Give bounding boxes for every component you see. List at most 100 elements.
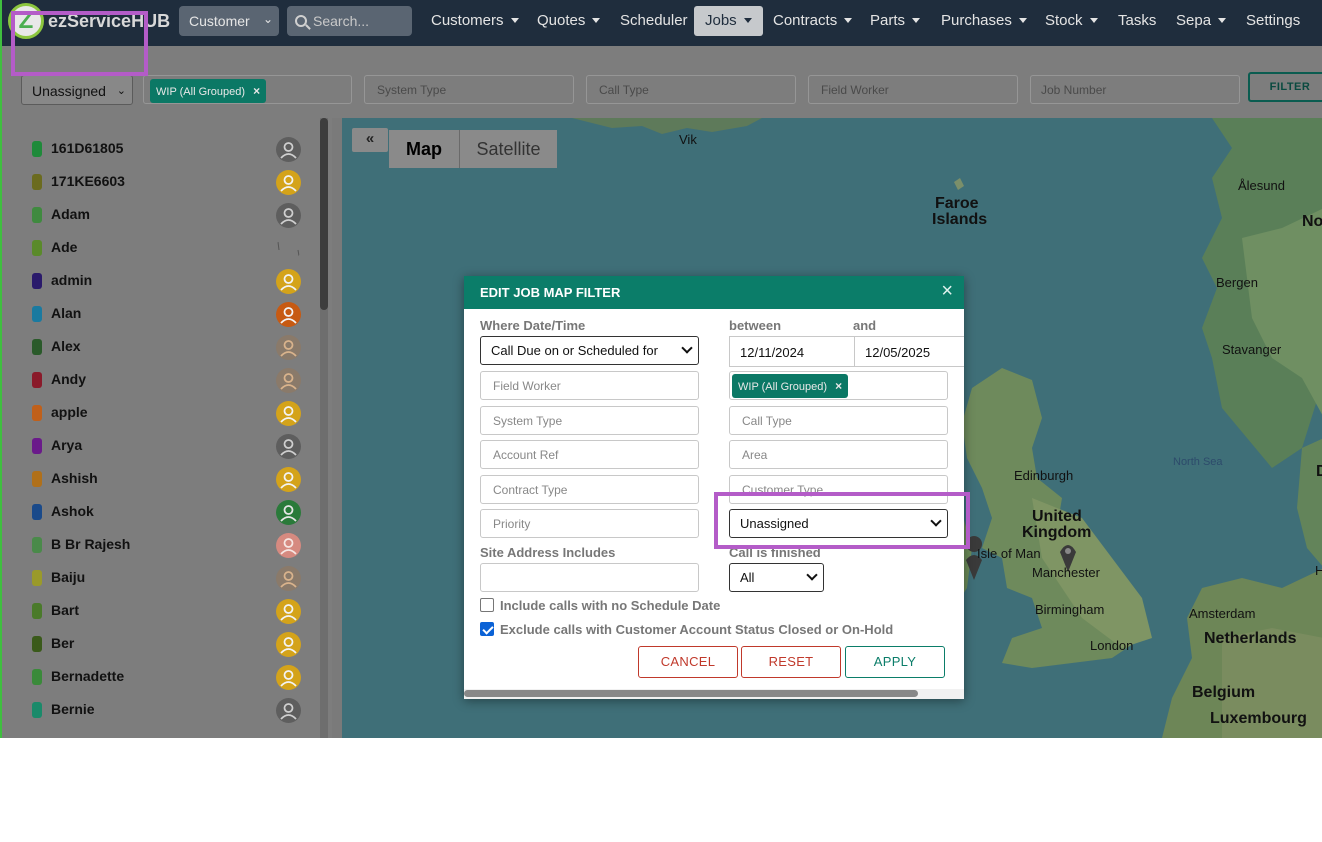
exclude-closed-checkbox[interactable]: [480, 622, 494, 636]
where-date-label: Where Date/Time: [480, 318, 586, 333]
map-type-map-button[interactable]: Map: [389, 130, 459, 168]
worker-row[interactable]: Alex: [2, 330, 312, 363]
contract-type-input[interactable]: Contract Type: [480, 475, 699, 504]
worker-color-swatch: [32, 603, 42, 619]
worker-name: Ber: [51, 635, 75, 651]
system-type-filter[interactable]: System Type: [364, 75, 574, 104]
include-no-schedule-checkbox[interactable]: [480, 598, 494, 612]
exclude-closed-label: Exclude calls with Customer Account Stat…: [500, 622, 894, 637]
worker-name: Bernie: [51, 701, 95, 717]
nav-contracts[interactable]: Contracts: [773, 6, 853, 36]
reset-button[interactable]: RESET: [741, 646, 841, 678]
account-ref-input[interactable]: Account Ref: [480, 440, 699, 469]
worker-list-scrollbar[interactable]: [320, 118, 328, 738]
map-type-satellite-button[interactable]: Satellite: [460, 130, 557, 168]
avatar: [276, 599, 301, 624]
search-input[interactable]: Search...: [287, 6, 412, 36]
highlight-box: [714, 492, 970, 549]
worker-row[interactable]: admin: [2, 264, 312, 297]
worker-row[interactable]: Ashish: [2, 462, 312, 495]
nav-quotes[interactable]: Quotes: [537, 6, 601, 36]
system-type-input[interactable]: System Type: [480, 406, 699, 435]
worker-row[interactable]: Ber: [2, 627, 312, 660]
map-place-label: H: [1315, 563, 1322, 578]
worker-row[interactable]: apple: [2, 396, 312, 429]
nav-tasks[interactable]: Tasks: [1118, 6, 1156, 36]
nav-jobs[interactable]: Jobs: [694, 6, 763, 36]
date-to-input[interactable]: 12/05/2025: [854, 336, 964, 367]
field-worker-input[interactable]: Field Worker: [480, 371, 699, 400]
worker-row[interactable]: Adam: [2, 198, 312, 231]
job-number-filter[interactable]: Job Number: [1030, 75, 1240, 104]
cancel-button[interactable]: CANCEL: [638, 646, 738, 678]
edit-job-map-filter-dialog: EDIT JOB MAP FILTER × Where Date/Time be…: [464, 276, 964, 699]
status-filter-input[interactable]: WIP (All Grouped) ×: [143, 75, 352, 104]
scrollbar-thumb[interactable]: [320, 118, 328, 310]
map-place-label: Netherlands: [1204, 630, 1297, 647]
avatar: [276, 236, 301, 261]
worker-color-swatch: [32, 306, 42, 322]
worker-name: apple: [51, 404, 88, 420]
close-icon[interactable]: ×: [941, 280, 953, 302]
avatar: [276, 665, 301, 690]
worker-row[interactable]: Bart: [2, 594, 312, 627]
nav-stock[interactable]: Stock: [1045, 6, 1098, 36]
nav-label: Settings: [1246, 12, 1301, 29]
nav-scheduler[interactable]: Scheduler: [620, 6, 688, 36]
worker-color-swatch: [32, 570, 42, 586]
assignment-select[interactable]: Unassigned ⌄: [21, 75, 133, 105]
map-place-label: North Sea: [1173, 456, 1223, 468]
worker-row[interactable]: Ade: [2, 231, 312, 264]
worker-row[interactable]: Ashok: [2, 495, 312, 528]
avatar: [276, 335, 301, 360]
call-type-filter[interactable]: Call Type: [586, 75, 796, 104]
date-from-input[interactable]: 12/11/2024: [729, 336, 856, 367]
nav-parts[interactable]: Parts: [870, 6, 921, 36]
worker-row[interactable]: Bernadette: [2, 660, 312, 693]
worker-color-swatch: [32, 702, 42, 718]
priority-input[interactable]: Priority: [480, 509, 699, 538]
area-input[interactable]: Area: [729, 440, 948, 469]
dialog-scrollbar-thumb[interactable]: [464, 690, 918, 697]
apply-button[interactable]: APPLY: [845, 646, 945, 678]
worker-color-swatch: [32, 174, 42, 190]
worker-color-swatch: [32, 405, 42, 421]
map-place-label: Stavanger: [1222, 342, 1282, 357]
collapse-sidebar-button[interactable]: «: [352, 128, 388, 152]
worker-name: Bernadette: [51, 668, 125, 684]
site-address-input[interactable]: [480, 563, 699, 592]
call-finished-select[interactable]: All: [729, 563, 824, 592]
worker-row[interactable]: Bernie: [2, 693, 312, 726]
worker-row[interactable]: Alan: [2, 297, 312, 330]
avatar: [276, 170, 301, 195]
nav-settings[interactable]: Settings: [1246, 6, 1300, 36]
nav-sepa[interactable]: Sepa: [1176, 6, 1227, 36]
map-place-label: Birmingham: [1035, 602, 1105, 617]
call-finished-select-value: All: [740, 570, 755, 585]
worker-list: 161D61805 171KE6603 Adam Ade admin Alan Alex An…: [2, 118, 332, 738]
avatar: [276, 500, 301, 525]
worker-row[interactable]: B Br Rajesh: [2, 528, 312, 561]
worker-row[interactable]: Baiju: [2, 561, 312, 594]
worker-row[interactable]: Arya: [2, 429, 312, 462]
include-no-schedule-label: Include calls with no Schedule Date: [500, 598, 721, 613]
field-worker-filter[interactable]: Field Worker: [808, 75, 1018, 104]
date-type-select-value: Call Due on or Scheduled for: [491, 343, 658, 358]
dialog-title: EDIT JOB MAP FILTER: [480, 285, 621, 300]
caret-down-icon: [743, 18, 752, 23]
avatar: [276, 566, 301, 591]
filter-button[interactable]: FILTER: [1248, 72, 1322, 102]
chip-remove-icon[interactable]: ×: [253, 84, 260, 98]
status-input[interactable]: WIP (All Grouped) ×: [729, 371, 948, 400]
entity-select[interactable]: Customer ⌄: [179, 6, 279, 36]
call-type-input[interactable]: Call Type: [729, 406, 948, 435]
nav-purchases[interactable]: Purchases: [941, 6, 1027, 36]
worker-row[interactable]: Andy: [2, 363, 312, 396]
worker-color-swatch: [32, 471, 42, 487]
caret-down-icon: [510, 18, 519, 23]
date-type-select[interactable]: Call Due on or Scheduled for: [480, 336, 699, 365]
worker-row[interactable]: 161D61805: [2, 132, 312, 165]
worker-row[interactable]: 171KE6603: [2, 165, 312, 198]
chip-remove-icon[interactable]: ×: [835, 379, 842, 393]
nav-customers[interactable]: Customers: [431, 6, 519, 36]
